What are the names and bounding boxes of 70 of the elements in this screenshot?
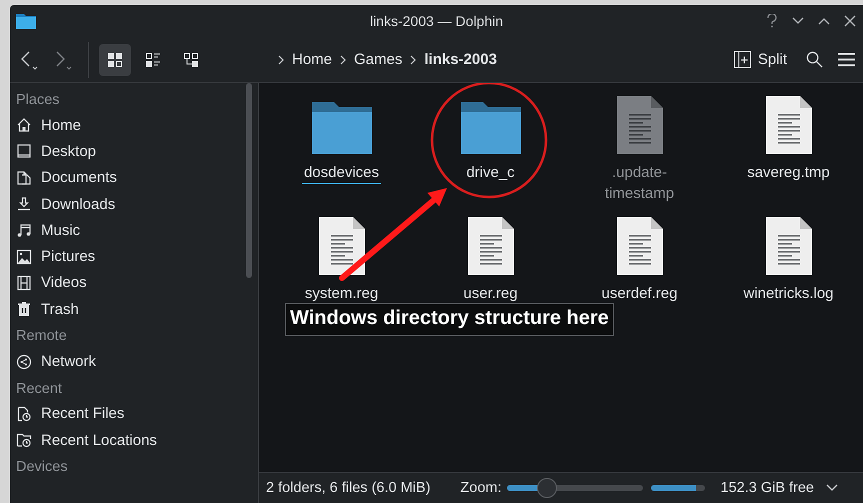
split-button[interactable]: Split [734,44,787,74]
section-heading: Devices [16,458,69,478]
file-item[interactable]: winetricks.log [714,213,863,304]
file-item[interactable]: drive_c [416,92,565,183]
menu-icon [838,52,854,67]
monitor-icon [16,143,32,160]
list-icon [145,52,161,68]
chevron-icon [340,54,346,64]
chevron-icon [410,54,416,64]
grid-icon [107,52,123,68]
chevron-icon [278,54,284,64]
sidebar-item[interactable]: Desktop [16,138,240,165]
status-summary: 2 folders, 6 files (6.0 MiB) [266,480,430,496]
text-file-icon [468,217,514,275]
film-icon [16,274,32,291]
space-bar [650,485,704,491]
question-mark-icon [766,14,778,28]
folder-icon [460,100,520,154]
sidebar-item[interactable]: Music [16,217,240,244]
caret-icon[interactable] [826,484,838,492]
section-heading: Recent [16,380,63,399]
chevron-down-icon [792,17,804,25]
sidebar-item[interactable]: Trash [16,296,240,322]
sidebar-item[interactable]: Home [16,112,240,138]
file-item[interactable]: .update-timestamp [565,92,714,204]
sidebar-item[interactable]: Pictures [16,243,240,270]
music-note-icon [16,222,32,238]
icons-view-button[interactable] [99,44,131,76]
text-file-icon [616,217,662,275]
breadcrumb-item[interactable]: links-2003 [422,51,499,68]
sidebar-item[interactable]: Documents [16,164,240,191]
text-file-icon [766,96,812,154]
share-icon [16,354,32,370]
file-item[interactable]: userdef.reg [565,213,714,304]
recent-file-icon [16,406,32,422]
trash-icon [16,301,32,318]
recent-folder-icon [16,432,32,448]
download-icon [16,196,32,212]
sidebar-item[interactable]: Network [16,348,240,375]
file-item[interactable]: dosdevices [267,92,416,184]
text-file-icon [616,96,662,154]
back-arrow-icon [19,48,39,70]
sidebar-item[interactable]: Videos [16,270,240,296]
text-file-icon [766,217,812,275]
text-file-icon [318,217,364,275]
folder-icon [16,13,36,29]
file-item[interactable]: user.reg [416,213,565,304]
file-item[interactable]: savereg.tmp [714,92,863,183]
zoom-slider[interactable] [506,478,642,498]
folder-icon [312,100,372,154]
split-view-icon [734,51,751,68]
zoom-label: Zoom: [460,480,502,496]
sidebar-item[interactable]: Recent Locations [16,426,240,454]
home-icon [16,117,32,134]
section-heading: Places [16,91,61,110]
breadcrumb-item[interactable]: Games [352,51,404,68]
annotation-caption: Windows directory structure here [285,303,614,336]
free-space-label: 152.3 GiB free [720,480,814,496]
sidebar-item[interactable]: Downloads [16,190,240,218]
window-title: links-2003 — Dolphin [370,13,504,29]
chevron-up-icon [818,17,830,25]
section-heading: Remote [16,327,68,346]
file-item[interactable]: system.reg [267,213,416,304]
breadcrumb-item[interactable]: Home [290,51,334,68]
search-icon [806,51,822,68]
documents-icon [16,170,32,186]
tree-icon [183,52,199,68]
close-icon [844,15,856,27]
sidebar-item[interactable]: Recent Files [16,400,240,427]
picture-icon [16,248,32,265]
